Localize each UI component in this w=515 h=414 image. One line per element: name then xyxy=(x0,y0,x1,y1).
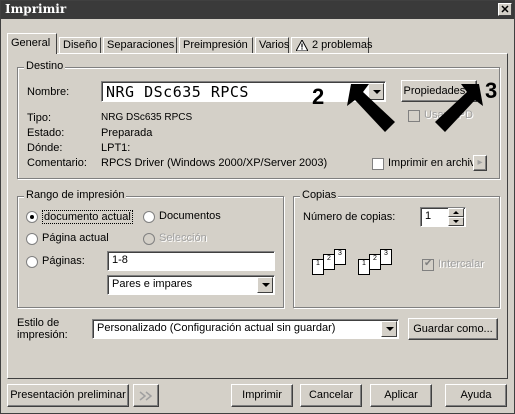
pagina-actual-radio[interactable] xyxy=(26,233,38,245)
estado-label: Estado: xyxy=(27,127,65,139)
imprimir-button[interactable]: Imprimir xyxy=(231,384,293,407)
collate-illustration-icon: 1 2 3 1 2 3 xyxy=(312,249,432,279)
pagina-actual-label: Página actual xyxy=(42,232,109,244)
print-dialog: Imprimir ✕ General Diseño Separaciones P… xyxy=(0,0,515,414)
guardar-como-button[interactable]: Guardar como... xyxy=(408,318,498,340)
spin-up-icon[interactable] xyxy=(448,208,464,217)
annotation-arrow-2-icon xyxy=(347,84,395,132)
donde-label: Dónde: xyxy=(27,142,63,154)
cancelar-button[interactable]: Cancelar xyxy=(300,384,362,407)
presentacion-preliminar-button[interactable]: Presentación preliminar xyxy=(7,384,129,407)
tab-separaciones[interactable]: Separaciones xyxy=(103,37,177,53)
tab-varios[interactable]: Varios xyxy=(255,37,289,53)
rango-legend: Rango de impresión xyxy=(24,189,127,201)
estilo-label-line1: Estilo de xyxy=(17,317,60,329)
spinner-arrows[interactable] xyxy=(448,208,464,226)
printer-name-value: NRG DSc635 RPCS xyxy=(106,83,249,101)
aplicar-button[interactable]: Aplicar xyxy=(370,384,432,407)
general-panel: Destino Nombre: NRG DSc635 RPCS Propieda… xyxy=(7,53,508,379)
tab-diseno[interactable]: Diseño xyxy=(59,37,101,53)
numero-copias-value: 1 xyxy=(425,210,432,222)
intercalar-label: Intercalar xyxy=(438,258,484,270)
annotation-number-3: 3 xyxy=(485,78,498,103)
pares-impares-select[interactable]: Pares e impares xyxy=(107,275,275,295)
title-bar: Imprimir ✕ xyxy=(1,1,514,19)
imprimir-archivo-checkbox[interactable] xyxy=(372,158,384,170)
page-icon: 3 xyxy=(380,249,392,265)
destino-group: Destino Nombre: NRG DSc635 RPCS Propieda… xyxy=(17,60,500,179)
copias-legend: Copias xyxy=(300,189,339,201)
printer-name-select[interactable]: NRG DSc635 RPCS xyxy=(101,81,386,102)
spin-down-icon[interactable] xyxy=(448,217,464,226)
paginas-input-value: 1-8 xyxy=(112,254,128,266)
documentos-radio[interactable] xyxy=(143,211,155,223)
chevron-down-icon[interactable] xyxy=(257,277,273,293)
copias-group: Copias Número de copias: 1 1 2 3 1 2 3 I… xyxy=(293,189,500,308)
annotation-arrow-3-icon xyxy=(435,84,483,132)
annotation-number-2: 2 xyxy=(312,84,325,109)
documento-actual-radio[interactable] xyxy=(26,211,38,223)
tab-preimpresion[interactable]: Preimpresión xyxy=(179,37,253,53)
warning-icon xyxy=(296,40,308,51)
comentario-label: Comentario: xyxy=(27,157,87,169)
imprimir-archivo-arrow-button[interactable]: ▸ xyxy=(473,155,487,171)
preview-toggle-button[interactable] xyxy=(133,384,159,407)
tipo-label: Tipo: xyxy=(27,112,52,124)
estilo-select[interactable]: Personalizado (Configuración actual sin … xyxy=(92,319,399,339)
paginas-radio[interactable] xyxy=(26,256,38,268)
page-icon: 3 xyxy=(334,249,346,265)
intercalar-checkbox[interactable] xyxy=(422,258,434,271)
pares-impares-value: Pares e impares xyxy=(112,278,193,290)
seleccion-label: Selección xyxy=(159,232,207,244)
imprimir-archivo-label: Imprimir en archivo xyxy=(388,157,482,169)
rango-group: Rango de impresión documento actual Docu… xyxy=(17,189,284,308)
close-button[interactable]: ✕ xyxy=(498,3,512,16)
comentario-value: RPCS Driver (Windows 2000/XP/Server 2003… xyxy=(101,157,328,169)
window-title: Imprimir xyxy=(5,2,67,16)
documentos-label: Documentos xyxy=(159,210,221,222)
estilo-label: Estilo de impresión: xyxy=(17,317,68,341)
seleccion-radio[interactable] xyxy=(143,233,155,245)
nombre-label: Nombre: xyxy=(27,86,70,98)
paginas-label: Páginas: xyxy=(42,255,85,267)
tab-problemas-label: 2 problemas xyxy=(312,39,373,51)
destino-legend: Destino xyxy=(24,60,66,72)
numero-copias-label: Número de copias: xyxy=(303,211,396,223)
estilo-label-line2: impresión: xyxy=(17,329,68,341)
estado-value: Preparada xyxy=(101,127,153,139)
tab-problemas[interactable]: 2 problemas xyxy=(291,37,373,53)
numero-copias-spinner[interactable]: 1 xyxy=(420,207,466,227)
documento-actual-label: documento actual xyxy=(42,210,133,224)
paginas-input[interactable]: 1-8 xyxy=(107,251,275,271)
donde-value: LPT1: xyxy=(101,142,131,154)
tipo-value: NRG DSc635 RPCS xyxy=(101,112,193,123)
ayuda-button[interactable]: Ayuda xyxy=(445,384,507,407)
estilo-value: Personalizado (Configuración actual sin … xyxy=(97,322,336,334)
chevron-down-icon[interactable] xyxy=(381,321,397,337)
usar-ppd-checkbox[interactable] xyxy=(408,110,420,122)
tab-general[interactable]: General xyxy=(7,33,57,54)
double-arrow-icon xyxy=(139,391,153,401)
